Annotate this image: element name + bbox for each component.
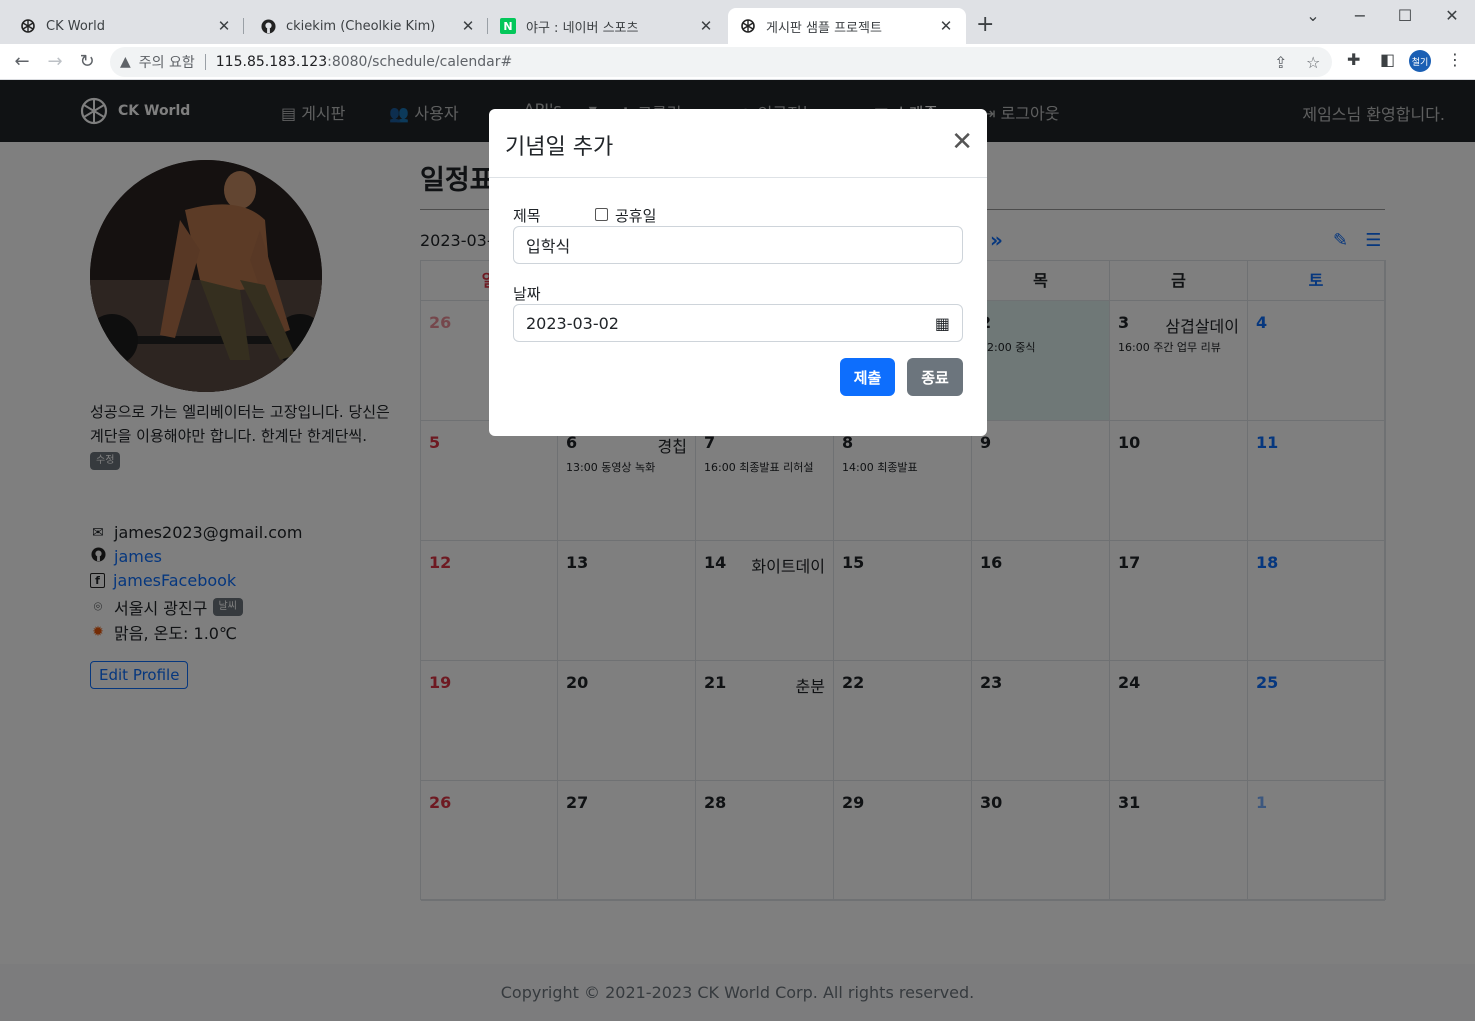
browser-tab[interactable]: CK World ✕: [8, 8, 244, 44]
modal-header: 기념일 추가 ✕: [489, 109, 987, 178]
minimize-button[interactable]: −: [1348, 6, 1372, 25]
date-label: 날짜: [513, 285, 541, 303]
reload-icon[interactable]: ↻: [75, 50, 99, 74]
github-icon: [260, 18, 276, 34]
side-panel-icon[interactable]: ◧: [1380, 50, 1395, 69]
browser-tab-active[interactable]: 게시판 샘플 프로젝트 ✕: [728, 8, 966, 44]
url-path: :8080/schedule/calendar#: [327, 54, 513, 70]
close-tab-icon[interactable]: ✕: [460, 17, 476, 35]
back-icon[interactable]: ←: [10, 50, 34, 74]
extensions-icon[interactable]: ✚: [1347, 50, 1360, 69]
menu-kebab-icon[interactable]: ⋮: [1447, 50, 1463, 69]
holiday-checkbox[interactable]: [595, 208, 608, 221]
browser-toolbar: ← → ↻ ▲ 주의 요함 115.85.183.123:8080/schedu…: [0, 44, 1475, 80]
divider: [204, 54, 206, 70]
bookmark-star-icon[interactable]: ☆: [1306, 53, 1320, 72]
maximize-button[interactable]: ☐: [1393, 6, 1417, 25]
globe-icon: [20, 18, 36, 34]
address-bar[interactable]: ▲ 주의 요함 115.85.183.123:8080/schedule/cal…: [110, 47, 1332, 77]
date-input[interactable]: 2023-03-02 ▦: [513, 304, 963, 342]
profile-avatar[interactable]: 철기: [1409, 50, 1431, 72]
tab-title: 게시판 샘플 프로젝트: [766, 20, 882, 36]
security-warning[interactable]: 주의 요함: [139, 52, 195, 72]
title-input-value: 입학식: [526, 237, 571, 256]
holiday-label: 공휴일: [615, 207, 657, 225]
modal-title: 기념일 추가: [505, 135, 614, 160]
browser-tab[interactable]: ckiekim (Cheolkie Kim) ✕: [248, 8, 488, 44]
url-host: 115.85.183.123: [215, 54, 328, 70]
new-tab-button[interactable]: +: [976, 14, 994, 36]
browser-tab[interactable]: N 야구 : 네이버 스포츠 ✕: [488, 8, 726, 44]
browser-tab-bar: CK World ✕ ckiekim (Cheolkie Kim) ✕ N 야구…: [0, 0, 1475, 44]
naver-icon: N: [500, 18, 516, 34]
close-tab-icon[interactable]: ✕: [938, 17, 954, 35]
date-input-value: 2023-03-02: [526, 313, 619, 333]
close-icon[interactable]: ✕: [951, 129, 973, 155]
close-tab-icon[interactable]: ✕: [216, 17, 232, 35]
submit-button[interactable]: 제출: [840, 358, 895, 396]
title-label: 제목: [513, 207, 541, 225]
title-input[interactable]: 입학식: [513, 226, 963, 264]
forward-icon[interactable]: →: [43, 50, 67, 74]
tab-search-icon[interactable]: ⌄: [1301, 6, 1325, 25]
share-icon[interactable]: ⇪: [1274, 53, 1287, 72]
tab-title: ckiekim (Cheolkie Kim): [286, 18, 436, 34]
warning-icon[interactable]: ▲: [120, 54, 131, 70]
add-anniversary-modal: 기념일 추가 ✕ 제목 공휴일 입학식 날짜 2023-03-02 ▦ 제출 종…: [489, 109, 987, 436]
close-window-button[interactable]: ✕: [1440, 6, 1464, 25]
calendar-icon[interactable]: ▦: [935, 314, 950, 333]
tab-title: CK World: [46, 18, 105, 34]
close-tab-icon[interactable]: ✕: [698, 17, 714, 35]
tab-title: 야구 : 네이버 스포츠: [526, 20, 639, 36]
close-button[interactable]: 종료: [907, 358, 963, 396]
globe-icon: [740, 18, 756, 34]
